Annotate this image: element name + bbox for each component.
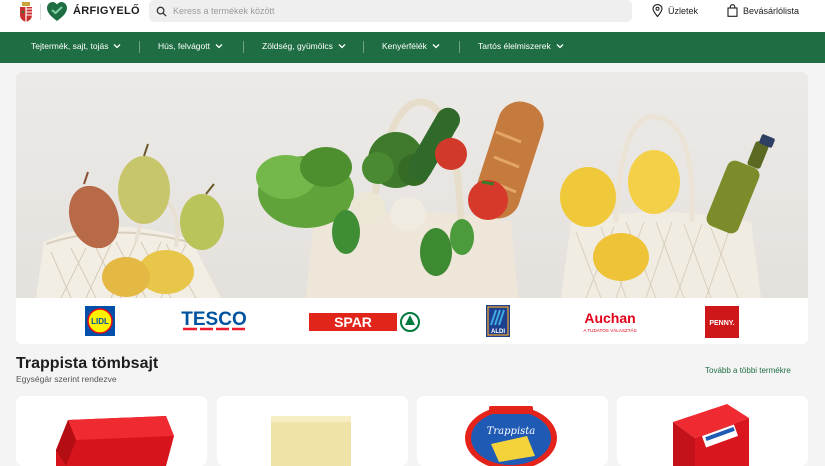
store-logo-lidl[interactable]: LIDL — [85, 306, 115, 336]
store-logos-row: LIDL TESCO SPAR ALDI Auchan A TUDATOS VÁ… — [16, 298, 808, 344]
tesco-logo-icon: TESCO — [181, 309, 247, 331]
brand-divider — [40, 4, 41, 20]
grocery-bags-illustration — [36, 98, 775, 299]
nav-item-label: Hús, felvágott — [158, 41, 210, 51]
search-icon — [156, 6, 167, 17]
chevron-down-icon — [432, 44, 440, 49]
nav-divider — [243, 41, 244, 53]
product-card[interactable] — [217, 396, 408, 466]
nav-item-label: Tartós élelmiszerek — [478, 41, 551, 51]
chevron-down-icon — [215, 44, 223, 49]
product-card[interactable]: Trappista — [417, 396, 608, 466]
store-logo-aldi[interactable]: ALDI — [486, 305, 510, 337]
section-title: Trappista tömbsajt — [16, 355, 159, 372]
stores-label: Üzletek — [668, 5, 699, 16]
store-logo-auchan[interactable]: Auchan A TUDATOS VÁLASZTÁS — [574, 308, 646, 336]
section-subtitle: Egységár szerint rendezve — [16, 374, 117, 384]
product-image — [673, 404, 749, 466]
more-products-link[interactable]: Tovább a többi termékre — [705, 366, 791, 375]
shopping-list-label: Bevásárlólista — [743, 5, 800, 16]
hero-grocery-image — [16, 72, 808, 299]
stores-link[interactable]: Üzletek — [652, 4, 698, 17]
product-card[interactable] — [16, 396, 207, 466]
shopping-list-link[interactable]: Bevásárlólista — [727, 4, 799, 17]
search-bar[interactable] — [149, 0, 632, 22]
product-label-text: Trappista — [487, 426, 536, 437]
tesco-logo-text: TESCO — [181, 309, 246, 330]
auchan-logo-text: Auchan — [584, 310, 635, 326]
product-image — [271, 416, 351, 466]
nav-divider — [363, 41, 364, 53]
aldi-logo-text: ALDI — [491, 329, 505, 335]
nav-item-dairy[interactable]: Tejtermék, sajt, tojás — [31, 41, 121, 51]
product-image — [56, 416, 174, 466]
search-input[interactable] — [173, 6, 613, 16]
nav-item-label: Zöldség, gyümölcs — [262, 41, 333, 51]
nav-item-bread[interactable]: Kenyérfélék — [382, 41, 440, 51]
nav-item-meat[interactable]: Hús, felvágott — [158, 41, 223, 51]
nav-item-vegetables[interactable]: Zöldség, gyümölcs — [262, 41, 346, 51]
store-logo-tesco[interactable]: TESCO — [177, 308, 251, 334]
chevron-down-icon — [114, 44, 121, 49]
hero-banner-card: LIDL TESCO SPAR ALDI Auchan A TUDATOS VÁ… — [16, 72, 808, 344]
spar-logo-text: SPAR — [334, 314, 372, 330]
hungarian-coat-of-arms-icon — [20, 2, 32, 22]
nav-divider — [139, 41, 140, 53]
lidl-logo-text: LIDL — [91, 317, 109, 326]
nav-item-label: Tejtermék, sajt, tojás — [31, 41, 109, 51]
top-header: ÁRFIGYELŐ Üzletek Bevásárlólista — [0, 0, 825, 32]
auchan-tagline: A TUDATOS VÁLASZTÁS — [583, 327, 636, 333]
aldi-logo-icon: ALDI — [486, 305, 510, 337]
shopping-bag-icon — [727, 4, 738, 17]
auchan-logo-icon: Auchan A TUDATOS VÁLASZTÁS — [583, 310, 636, 333]
nav-divider — [459, 41, 460, 53]
lidl-logo-icon: LIDL — [85, 306, 115, 336]
chevron-down-icon — [338, 44, 346, 49]
location-pin-icon — [652, 4, 663, 17]
store-logo-penny[interactable]: PENNY. — [705, 306, 739, 338]
nav-item-pantry[interactable]: Tartós élelmiszerek — [478, 41, 564, 51]
spar-logo-icon: SPAR — [309, 312, 420, 332]
product-image: Trappista — [465, 406, 557, 466]
brand-heart-logo-icon[interactable] — [46, 1, 68, 23]
brand-name[interactable]: ÁRFIGYELŐ — [73, 5, 140, 17]
category-nav: Tejtermék, sajt, tojás Hús, felvágott Zö… — [0, 32, 825, 63]
penny-logo-text: PENNY. — [709, 320, 734, 327]
nav-item-label: Kenyérfélék — [382, 41, 427, 51]
store-logo-spar[interactable]: SPAR — [309, 310, 421, 334]
penny-logo-icon: PENNY. — [705, 306, 739, 338]
chevron-down-icon — [556, 44, 564, 49]
product-card[interactable] — [617, 396, 808, 466]
